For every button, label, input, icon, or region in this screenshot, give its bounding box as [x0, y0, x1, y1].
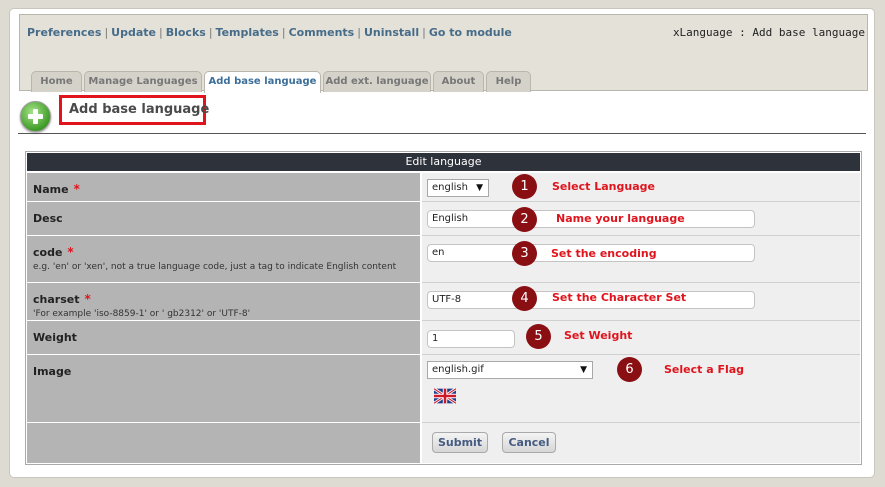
field-value-cell: en 3 Set the encoding	[422, 236, 860, 283]
nav-separator: |	[357, 26, 361, 39]
add-icon	[20, 101, 51, 132]
nav-separator: |	[208, 26, 213, 39]
field-value-cell: english ▼ 1 Select Language	[422, 173, 860, 202]
step-badge-1: 1	[512, 174, 537, 199]
dropdown-arrow-icon: ▼	[476, 183, 483, 193]
nav-separator: |	[159, 26, 163, 39]
step-note-6: Select a Flag	[664, 363, 745, 376]
field-label-cell: Name *	[27, 173, 420, 202]
form-row-charset: charset * 'For example 'iso-8859-1' or ' …	[27, 283, 860, 321]
field-value-cell: UTF-8 4 Set the Character Set	[422, 283, 860, 321]
tab-add-ext-language[interactable]: Add ext. language	[323, 71, 431, 92]
field-value-cell: English 2 Name your language	[422, 202, 860, 236]
field-label-cell	[27, 423, 420, 463]
step-badge-2: 2	[512, 207, 537, 232]
module-header: Preferences | Update | Blocks | Templates | Comm…	[19, 14, 868, 93]
charset-description: 'For example 'iso-8859-1' or ' gb2312' o…	[33, 309, 251, 319]
language-select-value: english	[432, 182, 468, 193]
name-label: Name	[33, 183, 69, 196]
required-mark: *	[67, 245, 74, 259]
form-row-name: Name * english ▼ 1 Select Language	[27, 173, 860, 202]
tab-add-base-language[interactable]: Add base language	[204, 71, 321, 93]
step-note-3: Set the encoding	[551, 247, 657, 260]
field-label-cell: Weight	[27, 321, 420, 355]
nav-link-uninstall[interactable]: Uninstall	[364, 26, 419, 39]
step-note-4: Set the Character Set	[552, 291, 687, 304]
tab-help[interactable]: Help	[486, 71, 531, 92]
code-label: code	[33, 246, 63, 259]
step-note-1: Select Language	[552, 180, 655, 193]
image-label: Image	[33, 365, 72, 378]
page-title: Add base language	[59, 95, 209, 125]
top-nav: Preferences | Update | Blocks | Templates | Comm…	[27, 26, 512, 39]
weight-input[interactable]: 1	[427, 330, 515, 348]
field-value-cell: 1 5 Set Weight	[422, 321, 860, 355]
form-header: Edit language	[27, 153, 860, 171]
field-value-cell: Submit Cancel	[422, 423, 860, 463]
field-label-cell: Desc	[27, 202, 420, 236]
field-label-cell: code * e.g. 'en' or 'xen', not a true lan…	[27, 236, 420, 283]
form-row-image: Image english.gif ▼ 6 Select a Flag	[27, 355, 860, 423]
desc-label: Desc	[33, 212, 63, 225]
divider	[18, 133, 866, 134]
form-row-actions: Submit Cancel	[27, 423, 860, 463]
step-badge-3: 3	[512, 241, 537, 266]
page-container: Preferences | Update | Blocks | Templates | Comm…	[9, 8, 875, 478]
step-badge-4: 4	[512, 286, 537, 311]
code-description: e.g. 'en' or 'xen', not a true language …	[33, 262, 397, 272]
step-badge-5: 5	[526, 324, 551, 349]
tab-manage-languages[interactable]: Manage Languages	[84, 71, 202, 92]
field-label-cell: Image	[27, 355, 420, 423]
form-row-code: code * e.g. 'en' or 'xen', not a true lan…	[27, 236, 860, 283]
form-row-weight: Weight 1 5 Set Weight	[27, 321, 860, 355]
nav-link-blocks[interactable]: Blocks	[166, 26, 206, 39]
submit-button[interactable]: Submit	[432, 432, 488, 453]
step-note-2: Name your language	[556, 212, 685, 225]
field-value-cell: english.gif ▼ 6 Select a Flag	[422, 355, 860, 423]
dropdown-arrow-icon: ▼	[580, 365, 587, 375]
tab-home[interactable]: Home	[31, 71, 82, 92]
nav-separator: |	[281, 26, 286, 39]
form-row-desc: Desc English 2 Name your language	[27, 202, 860, 236]
nav-separator: |	[104, 26, 109, 39]
cancel-button[interactable]: Cancel	[502, 432, 556, 453]
flag-image-select[interactable]: english.gif ▼	[427, 361, 593, 379]
uk-flag-icon	[434, 388, 456, 404]
weight-label: Weight	[33, 331, 77, 344]
charset-label: charset	[33, 293, 80, 306]
nav-link-go-to-module[interactable]: Go to module	[429, 26, 512, 39]
required-mark: *	[73, 182, 80, 196]
breadcrumb: xLanguage : Add base language	[672, 26, 865, 39]
nav-link-templates[interactable]: Templates	[216, 26, 279, 39]
nav-separator: |	[422, 26, 426, 39]
field-label-cell: charset * 'For example 'iso-8859-1' or ' …	[27, 283, 420, 321]
nav-link-preferences[interactable]: Preferences	[27, 26, 101, 39]
tab-about[interactable]: About	[433, 71, 484, 92]
step-badge-6: 6	[617, 357, 642, 382]
step-note-5: Set Weight	[564, 329, 633, 342]
flag-image-select-value: english.gif	[432, 364, 484, 375]
required-mark: *	[84, 292, 91, 306]
nav-link-update[interactable]: Update	[111, 26, 156, 39]
edit-language-form: Edit language Name * english ▼ 1 Select La…	[25, 151, 862, 465]
nav-link-comments[interactable]: Comments	[289, 26, 355, 39]
language-select[interactable]: english ▼	[427, 179, 489, 197]
